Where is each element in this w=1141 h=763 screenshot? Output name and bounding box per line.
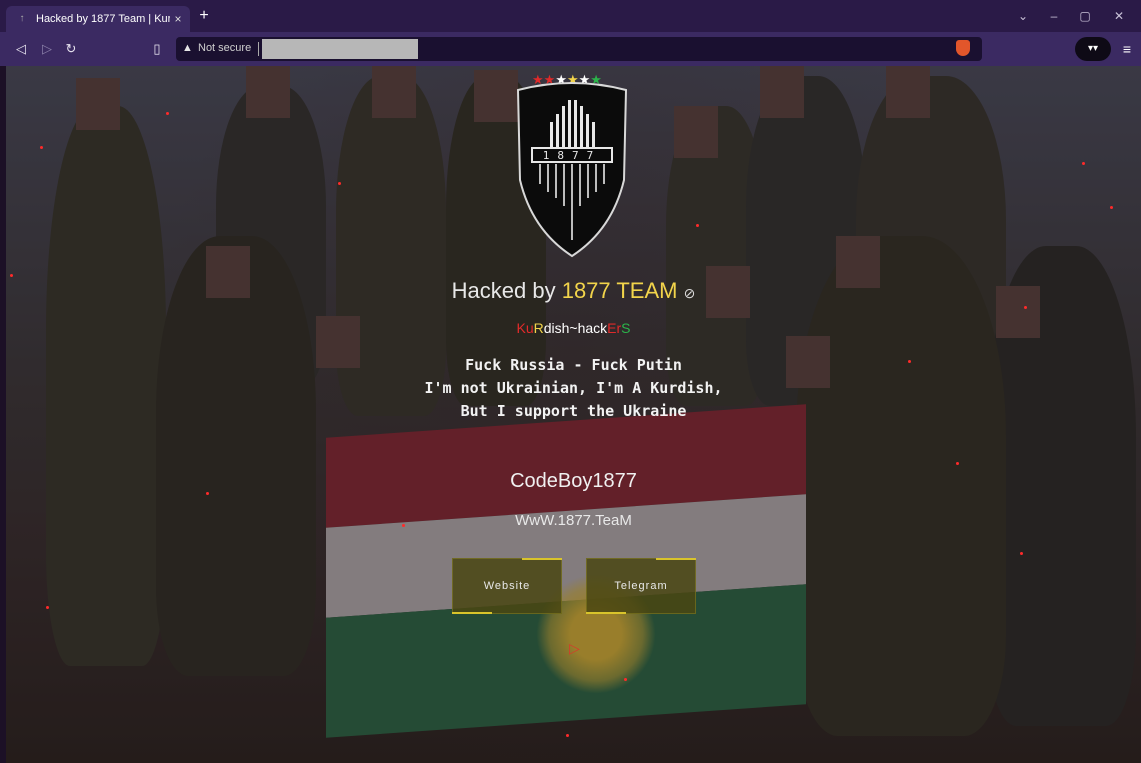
message-line: I'm not Ukrainian, I'm A Kurdish,: [424, 379, 723, 397]
button-accent: [586, 612, 626, 614]
bookmark-icon[interactable]: ▯: [148, 40, 166, 58]
verified-icon: ⊘: [683, 285, 696, 301]
heading-team: 1877 TEAM: [561, 278, 678, 303]
redacted-url[interactable]: [262, 39, 418, 59]
tab-close-icon[interactable]: ×: [170, 12, 186, 26]
nickname: CodeBoy1877: [510, 470, 637, 492]
warning-icon[interactable]: ▲: [182, 42, 193, 54]
tab-title: Hacked by 1877 Team | Kurdish H: [36, 13, 170, 25]
subtitle-part: Ku: [516, 320, 534, 336]
button-accent: [522, 558, 562, 560]
wallet-icon[interactable]: ▾▾: [1075, 37, 1111, 61]
nav-bar: ◁ ▷ ↻ ▯ ▲ Not secure ▾▾ ≡: [0, 32, 1141, 66]
minimize-icon[interactable]: –: [1045, 8, 1063, 24]
website-button[interactable]: Website: [452, 558, 562, 614]
particle-dot: [10, 274, 13, 277]
tab-bar: ↑ Hacked by 1877 Team | Kurdish H × + ⌄ …: [0, 0, 1141, 32]
telegram-button-label: Telegram: [614, 580, 668, 592]
play-icon[interactable]: ▷: [569, 640, 580, 657]
tab-search-icon[interactable]: ⌄: [1014, 8, 1032, 24]
reload-icon[interactable]: ↻: [62, 40, 80, 58]
particle-dot: [1020, 552, 1023, 555]
message-block: Fuck Russia - Fuck Putin I'm not Ukraini…: [6, 354, 1141, 423]
telegram-button[interactable]: Telegram: [586, 558, 696, 614]
tab-active[interactable]: ↑ Hacked by 1877 Team | Kurdish H ×: [6, 6, 190, 32]
forward-icon[interactable]: ▷: [38, 40, 56, 58]
menu-icon[interactable]: ≡: [1120, 40, 1134, 58]
button-accent: [452, 612, 492, 614]
heading-prefix: Hacked by: [451, 278, 562, 303]
particle-dot: [696, 224, 699, 227]
particle-dot: [166, 112, 169, 115]
subtitle: KuRdish~hackErS: [6, 320, 1141, 336]
website-button-label: Website: [483, 580, 531, 592]
new-tab-button[interactable]: +: [196, 8, 212, 24]
maximize-icon[interactable]: ▢: [1076, 8, 1094, 24]
particle-dot: [1110, 206, 1113, 209]
website-text: WwW.1877.TeaM: [515, 512, 632, 529]
particle-dot: [1082, 162, 1085, 165]
close-window-icon[interactable]: ✕: [1110, 8, 1128, 24]
particle-dot: [46, 606, 49, 609]
address-separator: [258, 42, 259, 56]
particle-dot: [338, 182, 341, 185]
button-accent: [656, 558, 696, 560]
particle-dot: [956, 462, 959, 465]
subtitle-part: Er: [607, 320, 622, 336]
page-heading: Hacked by 1877 TEAM ⊘: [6, 278, 1141, 304]
particle-dot: [624, 678, 627, 681]
particle-dot: [40, 146, 43, 149]
subtitle-part: dish~hack: [543, 320, 608, 336]
back-icon[interactable]: ◁: [12, 40, 30, 58]
particle-dot: [566, 734, 569, 737]
message-line: But I support the Ukraine: [460, 402, 687, 420]
message-line: Fuck Russia - Fuck Putin: [465, 356, 682, 374]
logo-text: 1877: [543, 149, 602, 162]
security-label[interactable]: Not secure: [198, 42, 251, 54]
brave-shields-icon[interactable]: [956, 40, 970, 56]
subtitle-part: S: [621, 320, 631, 336]
tab-favicon-icon: ↑: [19, 13, 25, 24]
subtitle-part: R: [533, 320, 544, 336]
address-bar[interactable]: ▲ Not secure: [176, 37, 982, 61]
page-viewport: ★★★★★★ 1877 Hacked by 1877 TEAM ⊘ KuRdis…: [6, 66, 1141, 763]
particle-dot: [1024, 306, 1027, 309]
team-1877-logo: 1877: [516, 82, 628, 258]
